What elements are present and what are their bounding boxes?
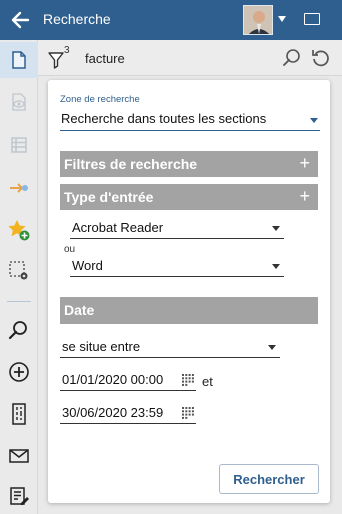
chevron-down-icon bbox=[272, 226, 280, 231]
plus-icon[interactable]: + bbox=[299, 153, 310, 173]
window-icon[interactable] bbox=[304, 13, 320, 25]
sidebar-item-select-settings[interactable] bbox=[0, 253, 38, 289]
search-submit-button[interactable]: Rechercher bbox=[219, 464, 319, 494]
search-form-panel: Zone de recherche Recherche dans toutes … bbox=[48, 80, 330, 503]
date-from-value: 01/01/2020 00:00 bbox=[62, 372, 164, 387]
entry-type-select-1-value: Acrobat Reader bbox=[72, 220, 164, 235]
filter-button[interactable]: 3 bbox=[48, 45, 80, 71]
entry-type-select-1[interactable]: Acrobat Reader bbox=[70, 217, 284, 239]
sidebar-item-barcode[interactable] bbox=[0, 396, 38, 432]
page-title: Recherche bbox=[43, 11, 111, 27]
zone-select[interactable]: Recherche dans toutes les sections bbox=[60, 109, 320, 131]
search-icon bbox=[8, 321, 27, 340]
avatar[interactable] bbox=[243, 5, 273, 35]
entry-type-select-2[interactable]: Word bbox=[70, 255, 284, 277]
chevron-down-icon bbox=[272, 264, 280, 269]
sidebar-item-search[interactable] bbox=[0, 312, 38, 348]
document-icon bbox=[12, 51, 26, 69]
chevron-down-icon[interactable] bbox=[278, 16, 286, 22]
edit-list-icon bbox=[10, 487, 29, 505]
select-settings-icon bbox=[9, 261, 28, 280]
zone-label: Zone de recherche bbox=[60, 94, 140, 105]
date-condition-value: se situe entre bbox=[62, 339, 141, 354]
zone-select-value: Recherche dans toutes les sections bbox=[61, 111, 267, 126]
entry-type-select-2-value: Word bbox=[72, 258, 103, 273]
plus-icon[interactable]: + bbox=[299, 186, 310, 206]
sidebar-item-mail[interactable] bbox=[0, 438, 38, 474]
filters-section-header[interactable]: Filtres de recherche + bbox=[60, 151, 318, 177]
chevron-down-icon bbox=[268, 345, 276, 350]
date-section-label: Date bbox=[64, 302, 95, 318]
sidebar-item-favorites[interactable] bbox=[0, 212, 38, 248]
arrow-left-icon[interactable] bbox=[8, 8, 32, 32]
date-section-header[interactable]: Date bbox=[60, 297, 318, 324]
star-add-icon bbox=[8, 220, 30, 241]
calendar-icon[interactable] bbox=[182, 407, 194, 419]
sidebar bbox=[0, 40, 38, 514]
date-condition-select[interactable]: se situe entre bbox=[60, 336, 280, 358]
filters-section-label: Filtres de recherche bbox=[64, 156, 198, 172]
sidebar-item-document[interactable] bbox=[0, 42, 38, 78]
list-icon bbox=[11, 137, 27, 153]
entry-type-section-label: Type d'entrée bbox=[64, 189, 154, 205]
sidebar-item-edit-list[interactable] bbox=[0, 478, 38, 514]
calendar-icon[interactable] bbox=[182, 374, 194, 386]
sidebar-item-arrow[interactable] bbox=[0, 170, 38, 206]
search-icon[interactable] bbox=[281, 47, 303, 69]
add-circle-icon bbox=[9, 362, 29, 382]
barcode-document-icon bbox=[12, 403, 26, 425]
filter-icon bbox=[48, 52, 64, 69]
sidebar-item-eye[interactable] bbox=[0, 84, 38, 120]
sidebar-item-add[interactable] bbox=[0, 354, 38, 390]
mail-icon bbox=[9, 449, 29, 463]
or-label: ou bbox=[64, 244, 76, 255]
eye-document-icon bbox=[12, 93, 26, 111]
date-from-field[interactable]: 01/01/2020 00:00 bbox=[60, 369, 196, 391]
reset-icon[interactable] bbox=[310, 47, 332, 69]
sidebar-item-list[interactable] bbox=[0, 127, 38, 163]
top-bar: Recherche bbox=[0, 0, 342, 40]
date-to-field[interactable]: 30/06/2020 23:59 bbox=[60, 402, 196, 424]
arrow-right-icon bbox=[10, 183, 28, 193]
search-bar: 3 facture bbox=[38, 40, 342, 76]
search-input[interactable]: facture bbox=[85, 51, 125, 66]
and-label: et bbox=[202, 374, 213, 389]
sidebar-divider bbox=[7, 301, 31, 302]
filter-count-badge: 3 bbox=[64, 45, 70, 56]
date-to-value: 30/06/2020 23:59 bbox=[62, 405, 164, 420]
entry-type-section-header[interactable]: Type d'entrée + bbox=[60, 184, 318, 210]
chevron-down-icon bbox=[310, 118, 318, 123]
